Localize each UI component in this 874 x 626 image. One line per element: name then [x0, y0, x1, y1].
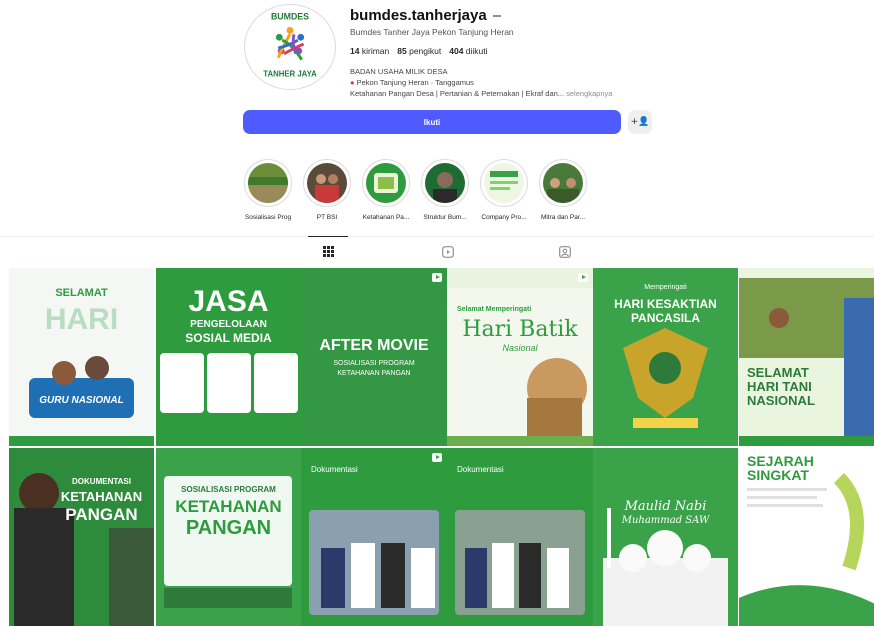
add-user-icon[interactable]: +👤: [628, 110, 652, 134]
tab-tagged[interactable]: [545, 237, 585, 267]
profile-info: bumdes.tanherjaya Bumdes Tanher Jaya Pek…: [350, 6, 770, 99]
reels-icon: [442, 246, 454, 258]
story-highlights: Sosialisasi Prog PT BSI Ketahanan Pa... …: [244, 159, 587, 221]
stat-posts: 14 kiriman: [350, 46, 390, 56]
tab-posts[interactable]: [308, 236, 348, 266]
location-pin-icon: ●: [350, 78, 355, 87]
highlight-item[interactable]: Ketahanan Pa...: [362, 159, 410, 221]
post-tile[interactable]: Dokumentasi: [447, 448, 593, 626]
profile-avatar[interactable]: BUMDES TANHER JAYA: [244, 4, 336, 90]
reel-indicator-icon: [432, 453, 442, 462]
stat-following[interactable]: 404 diikuti: [449, 46, 487, 56]
post-tile[interactable]: DOKUMENTASI KETAHANAN PANGAN: [9, 448, 154, 626]
profile-bio: BADAN USAHA MILIK DESA ● Pekon Tanjung H…: [350, 66, 770, 99]
post-tile[interactable]: AFTER MOVIE SOSIALISASI PROGRAM KETAHANA…: [301, 268, 447, 446]
highlight-item[interactable]: Struktur Bum...: [421, 159, 469, 221]
tagged-icon: [559, 246, 571, 258]
reel-indicator-icon: [432, 273, 442, 282]
bumdes-logo: BUMDES TANHER JAYA: [263, 12, 317, 79]
highlight-item[interactable]: Sosialisasi Prog: [244, 159, 292, 221]
highlight-item[interactable]: Mitra dan Par...: [539, 159, 587, 221]
grid-icon: [322, 246, 334, 257]
profile-tabs: [0, 236, 874, 266]
post-tile[interactable]: JASA PENGELOLAAN SOSIAL MEDIA: [156, 268, 301, 446]
svg-text:TANHER JAYA: TANHER JAYA: [263, 69, 317, 78]
post-tile[interactable]: Maulid Nabi Muhammad SAW: [593, 448, 738, 626]
options-icon[interactable]: [492, 15, 501, 17]
reel-indicator-icon: [578, 273, 588, 282]
post-tile[interactable]: Memperingati HARI KESAKTIAN PANCASILA: [593, 268, 738, 446]
post-tile[interactable]: Dokumentasi: [301, 448, 447, 626]
bio-line-1: BADAN USAHA MILIK DESA: [350, 67, 448, 76]
tab-reels[interactable]: [428, 237, 468, 267]
post-tile[interactable]: Selamat Memperingati Hari Batik Nasional: [447, 268, 593, 446]
profile-fullname: Bumdes Tanher Jaya Pekon Tanjung Heran: [350, 27, 514, 37]
stat-followers[interactable]: 85 pengikut: [397, 46, 441, 56]
bio-line-2: ● Pekon Tanjung Heran · Tanggamus: [350, 78, 474, 87]
highlight-item[interactable]: Company Pro...: [480, 159, 528, 221]
post-tile[interactable]: SELAMAT HARI GURU NASIONAL: [9, 268, 154, 446]
highlight-item[interactable]: PT BSI: [303, 159, 351, 221]
post-tile[interactable]: SOSIALISASI PROGRAM KETAHANAN PANGAN: [156, 448, 301, 626]
profile-username: bumdes.tanherjaya: [350, 6, 487, 24]
post-tile[interactable]: SEJARAH SINGKAT: [739, 448, 874, 626]
bio-more-link[interactable]: selengkapnya: [566, 89, 612, 98]
follow-button[interactable]: Ikuti: [243, 110, 621, 134]
posts-grid: SELAMAT HARI GURU NASIONAL JASA PENGELOL…: [9, 268, 874, 626]
bio-line-3: Ketahanan Pangan Desa | Pertanian & Pete…: [350, 89, 613, 98]
post-tile[interactable]: SELAMAT HARI TANI NASIONAL: [739, 268, 874, 446]
svg-text:BUMDES: BUMDES: [271, 12, 309, 22]
profile-stats: 14 kiriman 85 pengikut 404 diikuti: [350, 46, 770, 56]
